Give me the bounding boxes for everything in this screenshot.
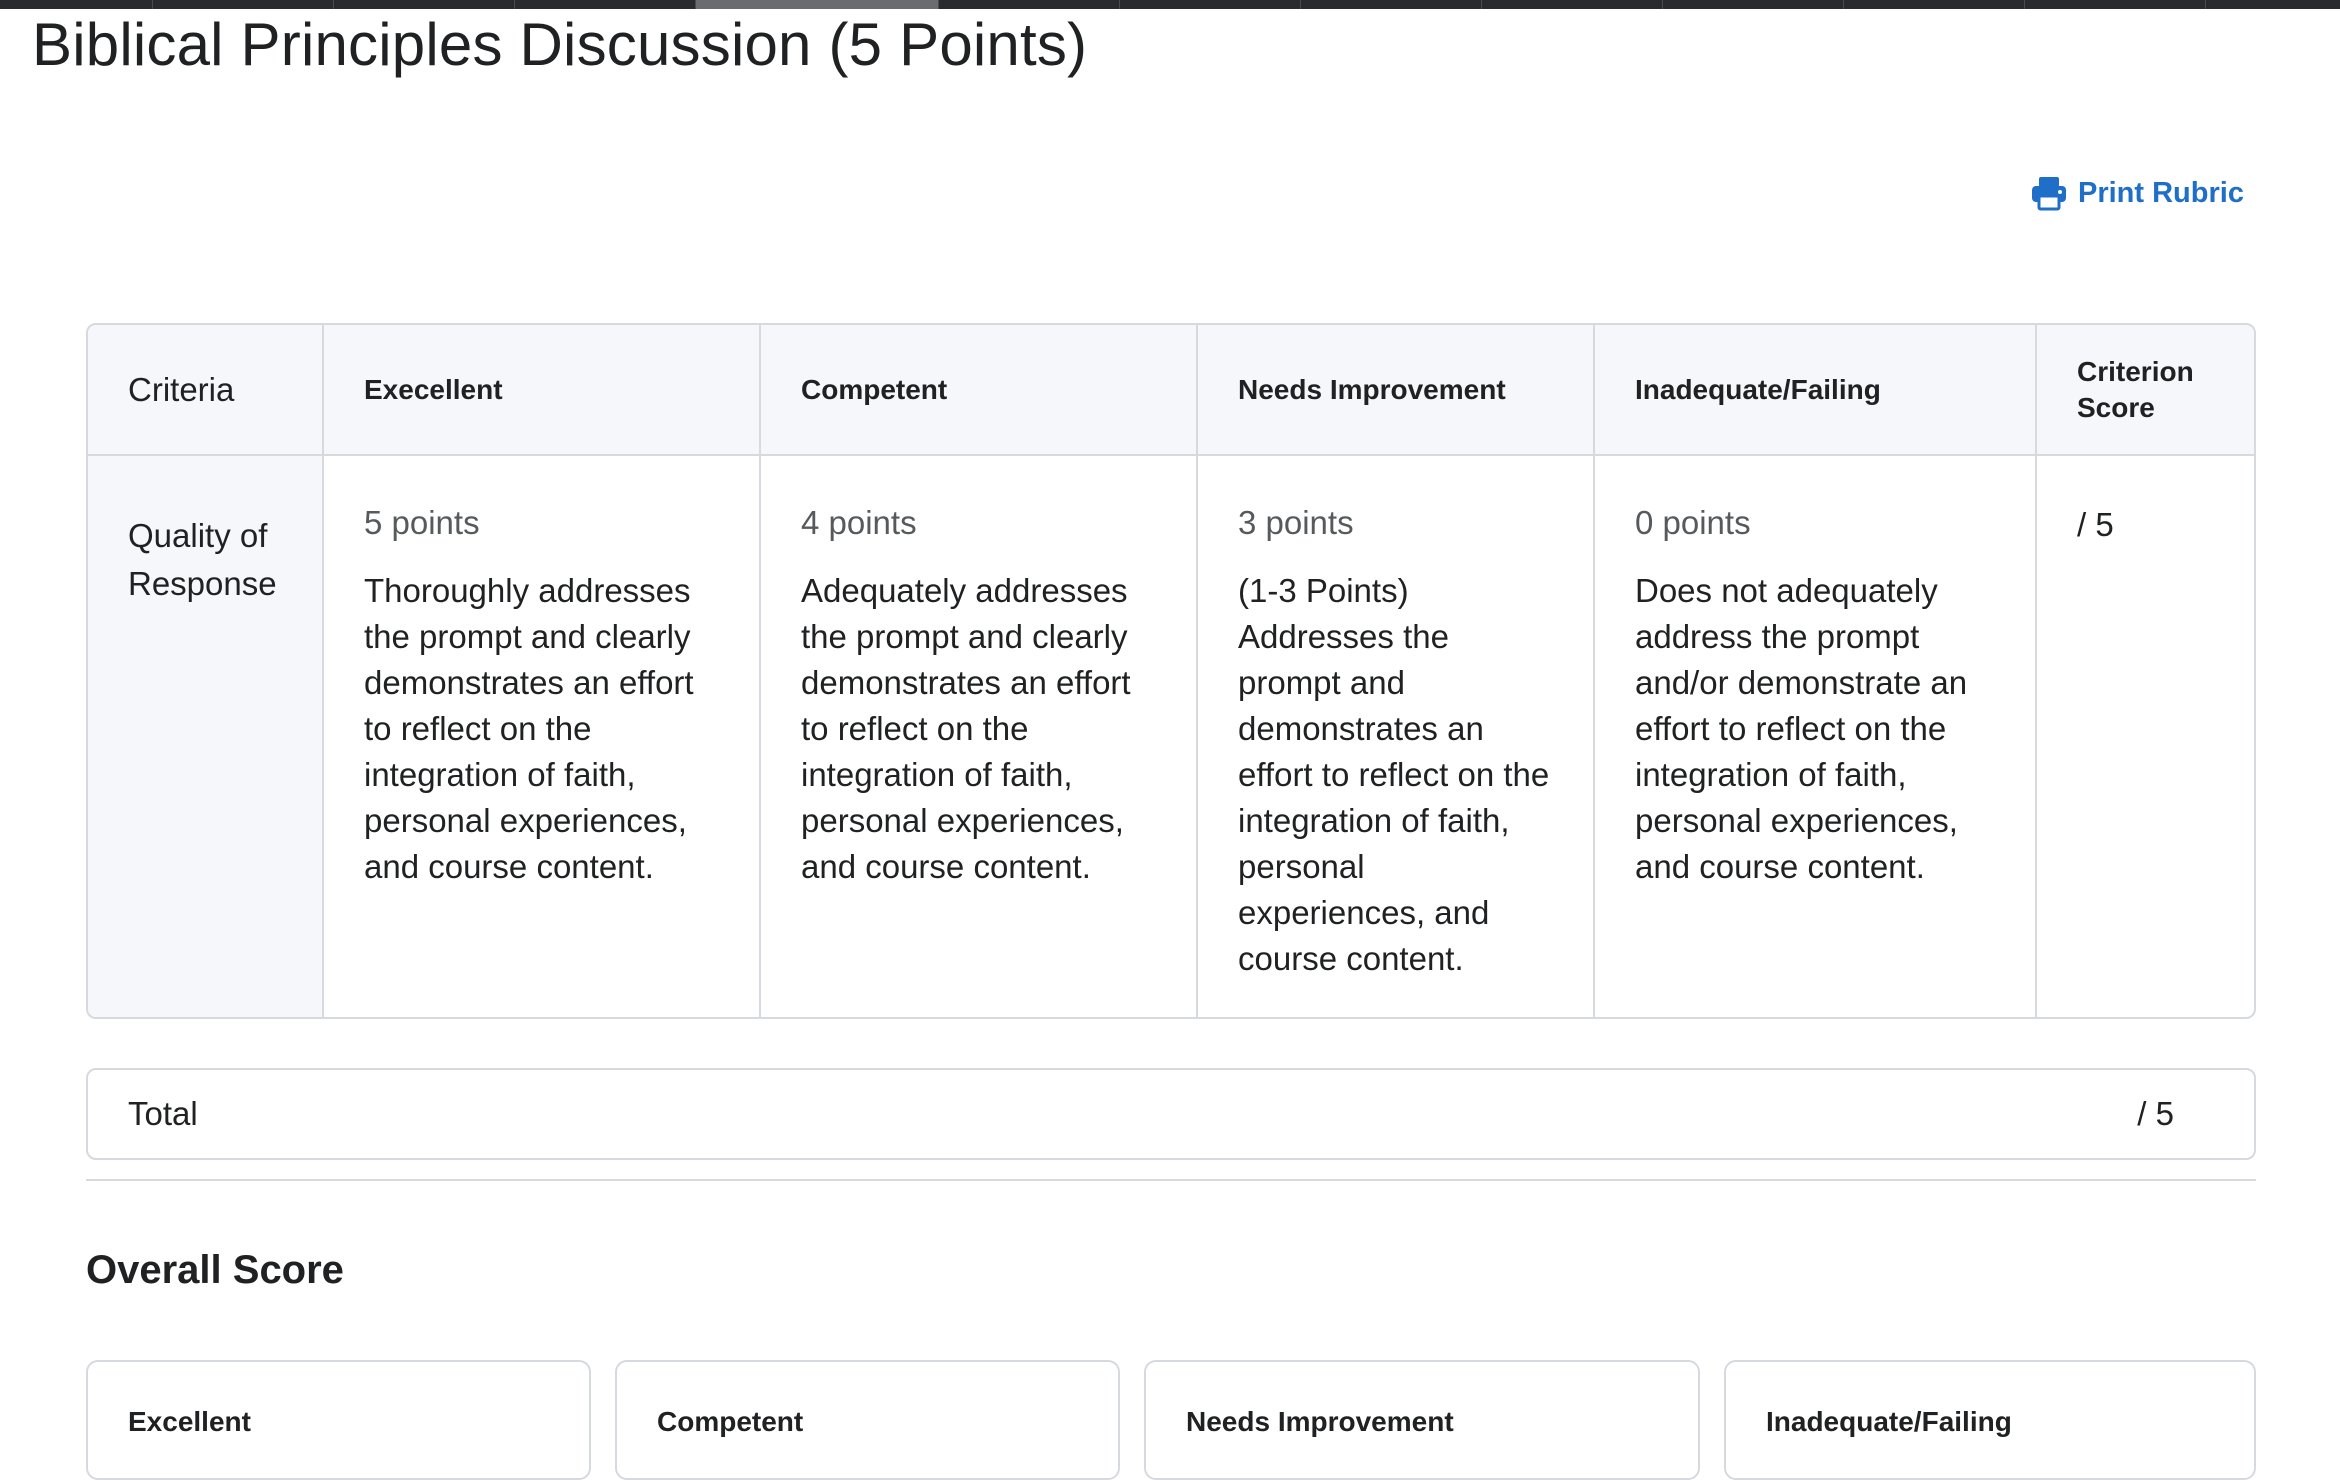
criterion-score-header: Criterion Score — [2077, 355, 2194, 423]
total-label: Total — [128, 1095, 198, 1132]
printer-icon — [2030, 174, 2068, 212]
level-header-competent: Competent — [760, 325, 1198, 455]
level-description: Adequately addresses the prompt and clea… — [801, 572, 1131, 885]
overall-level-competent[interactable]: Competent — [615, 1360, 1120, 1480]
criteria-column-header: Criteria — [88, 325, 324, 455]
level-cell-needs-improvement[interactable]: 3 points (1-3 Points) Addresses the prom… — [1197, 455, 1595, 1017]
nav-tab[interactable] — [2025, 0, 2206, 9]
level-points: 5 points — [364, 504, 480, 541]
nav-tab[interactable] — [0, 0, 153, 9]
level-cell-competent[interactable]: 4 points Adequately addresses the prompt… — [760, 455, 1198, 1017]
level-header-needs-improvement: Needs Improvement — [1197, 325, 1595, 455]
nav-tab-active[interactable] — [696, 0, 939, 9]
overall-level-label: Excellent — [128, 1406, 251, 1437]
overall-level-label: Needs Improvement — [1186, 1406, 1454, 1437]
total-score: / 5 — [2137, 1095, 2174, 1132]
criterion-score: / 5 — [2077, 506, 2114, 543]
overall-level-label: Competent — [657, 1406, 804, 1437]
page-title: Biblical Principles Discussion (5 Points… — [32, 11, 1088, 78]
nav-tab[interactable] — [153, 0, 334, 9]
level-header-inadequate: Inadequate/Failing — [1594, 325, 2037, 455]
level-description: Thoroughly addresses the prompt and clea… — [364, 572, 694, 885]
top-navigation-strip — [0, 0, 2340, 9]
level-points: 3 points — [1238, 504, 1354, 541]
level-header-excellent: Execellent — [323, 325, 761, 455]
nav-tab[interactable] — [1663, 0, 1844, 9]
level-description: (1-3 Points) Addresses the prompt and de… — [1238, 572, 1550, 977]
rubric-header-row: Criteria Execellent Competent Needs Impr… — [88, 325, 2254, 455]
nav-tab[interactable] — [939, 0, 1120, 9]
overall-level-label: Inadequate/Failing — [1766, 1406, 2012, 1437]
level-points: 0 points — [1635, 504, 1751, 541]
nav-tab[interactable] — [1120, 0, 1301, 9]
rubric-row: Quality of Response 5 points Thoroughly … — [88, 455, 2254, 1017]
nav-tab[interactable] — [515, 0, 696, 9]
nav-tab[interactable] — [1844, 0, 2025, 9]
level-description: Does not adequately address the prompt a… — [1635, 572, 1968, 885]
overall-level-inadequate[interactable]: Inadequate/Failing — [1724, 1360, 2256, 1480]
total-row: Total / 5 — [86, 1068, 2256, 1160]
rubric-table: Criteria Execellent Competent Needs Impr… — [86, 323, 2256, 1019]
nav-tab[interactable] — [1301, 0, 1482, 9]
nav-tab[interactable] — [334, 0, 515, 9]
level-cell-excellent[interactable]: 5 points Thoroughly addresses the prompt… — [323, 455, 761, 1017]
overall-level-needs-improvement[interactable]: Needs Improvement — [1144, 1360, 1700, 1480]
print-rubric-button[interactable]: Print Rubric — [2030, 174, 2244, 212]
criterion-name: Quality of Response — [88, 455, 324, 1017]
nav-tab[interactable] — [1482, 0, 1663, 9]
print-rubric-label: Print Rubric — [2078, 176, 2244, 209]
level-cell-inadequate[interactable]: 0 points Does not adequately address the… — [1594, 455, 2037, 1017]
section-divider — [86, 1179, 2256, 1181]
overall-level-excellent[interactable]: Excellent — [86, 1360, 591, 1480]
overall-score-title: Overall Score — [86, 1248, 344, 1292]
level-points: 4 points — [801, 504, 917, 541]
